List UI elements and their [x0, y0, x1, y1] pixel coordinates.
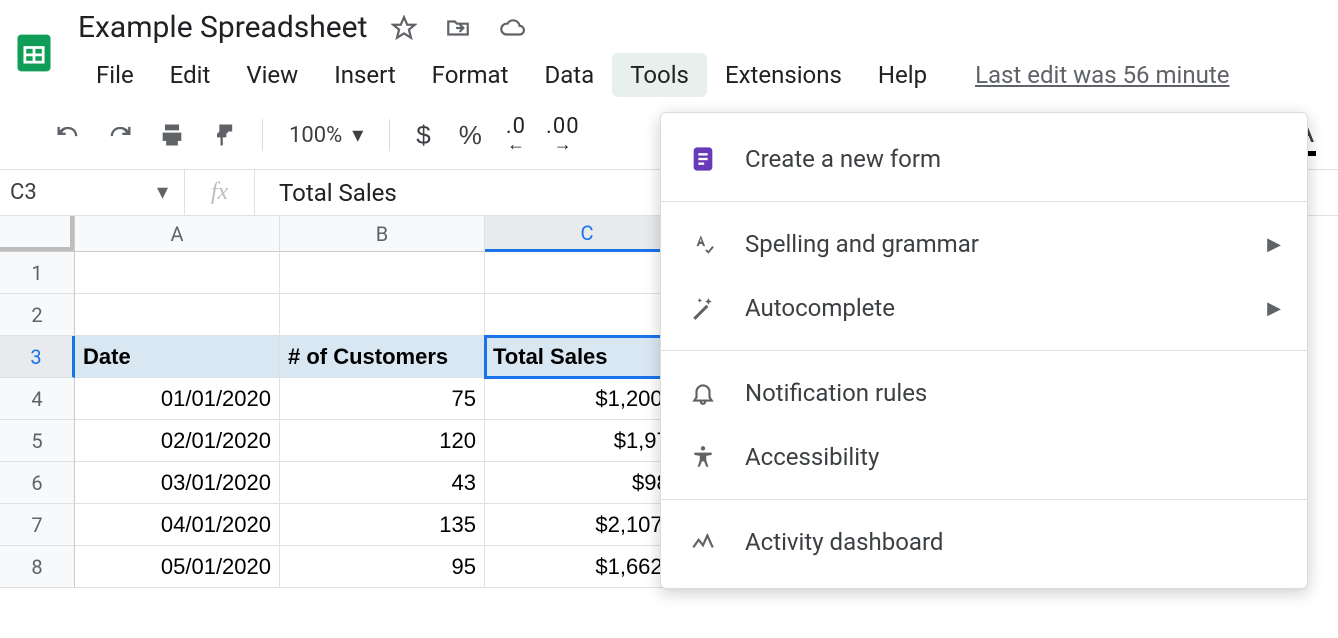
paint-format-icon[interactable]	[200, 115, 248, 155]
select-all-corner[interactable]	[0, 216, 75, 252]
fx-label: fx	[185, 170, 255, 215]
format-currency-button[interactable]: $	[404, 115, 442, 155]
chevron-down-icon: ▾	[157, 180, 168, 205]
column-header-A[interactable]: A	[75, 216, 280, 252]
decrease-decimal-button[interactable]: .0←	[498, 117, 534, 153]
row-header-3[interactable]: 3	[0, 336, 75, 378]
row-header-2[interactable]: 2	[0, 294, 75, 336]
row-header-6[interactable]: 6	[0, 462, 75, 504]
cell-A3[interactable]: Date	[75, 336, 280, 378]
doc-title[interactable]: Example Spreadsheet	[78, 8, 367, 47]
tools-accessibility[interactable]: Accessibility	[661, 425, 1307, 489]
menu-extensions[interactable]: Extensions	[707, 53, 860, 97]
menu-separator	[661, 201, 1307, 202]
tools-activity-dashboard[interactable]: Activity dashboard	[661, 510, 1307, 574]
cell-B1[interactable]	[280, 252, 485, 294]
spellcheck-icon	[687, 228, 719, 260]
name-box[interactable]: C3 ▾	[0, 170, 185, 215]
menu-separator	[661, 499, 1307, 500]
tools-activity-label: Activity dashboard	[745, 528, 943, 556]
zoom-value: 100%	[289, 123, 342, 148]
tools-create-form-label: Create a new form	[745, 145, 941, 173]
increase-decimal-button[interactable]: .00→	[538, 117, 588, 153]
menu-insert[interactable]: Insert	[316, 53, 413, 97]
tools-dropdown: Create a new form Spelling and grammar ▶…	[660, 112, 1308, 589]
bell-icon	[687, 377, 719, 409]
print-icon[interactable]	[148, 115, 196, 155]
title-row: Example Spreadsheet File Edit Vi	[0, 0, 1338, 97]
submenu-arrow-icon: ▶	[1267, 234, 1281, 255]
tools-create-form[interactable]: Create a new form	[661, 127, 1307, 191]
cloud-status-icon[interactable]	[495, 11, 529, 45]
tools-notification-rules[interactable]: Notification rules	[661, 361, 1307, 425]
name-box-value: C3	[10, 180, 37, 205]
menu-file[interactable]: File	[78, 53, 152, 97]
row-header-5[interactable]: 5	[0, 420, 75, 462]
column-header-B[interactable]: B	[280, 216, 485, 252]
cell-B2[interactable]	[280, 294, 485, 336]
menu-view[interactable]: View	[228, 53, 316, 97]
magic-wand-icon	[687, 292, 719, 324]
menubar: File Edit View Insert Format Data Tools …	[78, 53, 1229, 97]
tools-autocomplete[interactable]: Autocomplete ▶	[661, 276, 1307, 340]
menu-edit[interactable]: Edit	[152, 53, 229, 97]
tools-accessibility-label: Accessibility	[745, 443, 879, 471]
chevron-down-icon: ▾	[352, 123, 363, 148]
star-icon[interactable]	[387, 11, 421, 45]
cell-A4[interactable]: 01/01/2020	[75, 378, 280, 420]
menu-data[interactable]: Data	[526, 53, 612, 97]
cell-A2[interactable]	[75, 294, 280, 336]
cell-A6[interactable]: 03/01/2020	[75, 462, 280, 504]
row-header-7[interactable]: 7	[0, 504, 75, 546]
row-header-1[interactable]: 1	[0, 252, 75, 294]
menu-separator	[661, 350, 1307, 351]
cell-A8[interactable]: 05/01/2020	[75, 546, 280, 588]
cell-B3[interactable]: # of Customers	[280, 336, 485, 378]
tools-notification-label: Notification rules	[745, 379, 927, 407]
toolbar-separator	[262, 119, 263, 151]
cell-B5[interactable]: 120	[280, 420, 485, 462]
format-percent-button[interactable]: %	[447, 115, 494, 155]
row-header-8[interactable]: 8	[0, 546, 75, 588]
cell-B4[interactable]: 75	[280, 378, 485, 420]
move-to-folder-icon[interactable]	[441, 11, 475, 45]
forms-icon	[687, 143, 719, 175]
tools-autocomplete-label: Autocomplete	[745, 294, 895, 322]
formula-bar[interactable]: Total Sales	[255, 179, 397, 207]
cell-A7[interactable]: 04/01/2020	[75, 504, 280, 546]
sheets-app-icon[interactable]	[8, 27, 60, 79]
row-header-4[interactable]: 4	[0, 378, 75, 420]
activity-icon	[687, 526, 719, 558]
cell-A5[interactable]: 02/01/2020	[75, 420, 280, 462]
cell-A1[interactable]	[75, 252, 280, 294]
menu-tools[interactable]: Tools	[612, 53, 707, 97]
menu-help[interactable]: Help	[860, 53, 945, 97]
redo-icon[interactable]	[96, 115, 144, 155]
undo-icon[interactable]	[44, 115, 92, 155]
menu-format[interactable]: Format	[414, 53, 527, 97]
tools-spelling-label: Spelling and grammar	[745, 230, 979, 258]
toolbar-separator	[389, 119, 390, 151]
cell-B8[interactable]: 95	[280, 546, 485, 588]
cell-B6[interactable]: 43	[280, 462, 485, 504]
last-edit-link[interactable]: Last edit was 56 minute	[975, 61, 1229, 89]
accessibility-icon	[687, 441, 719, 473]
doc-title-row: Example Spreadsheet	[78, 8, 1229, 47]
zoom-dropdown[interactable]: 100% ▾	[289, 123, 363, 148]
submenu-arrow-icon: ▶	[1267, 298, 1281, 319]
cell-B7[interactable]: 135	[280, 504, 485, 546]
tools-spelling[interactable]: Spelling and grammar ▶	[661, 212, 1307, 276]
